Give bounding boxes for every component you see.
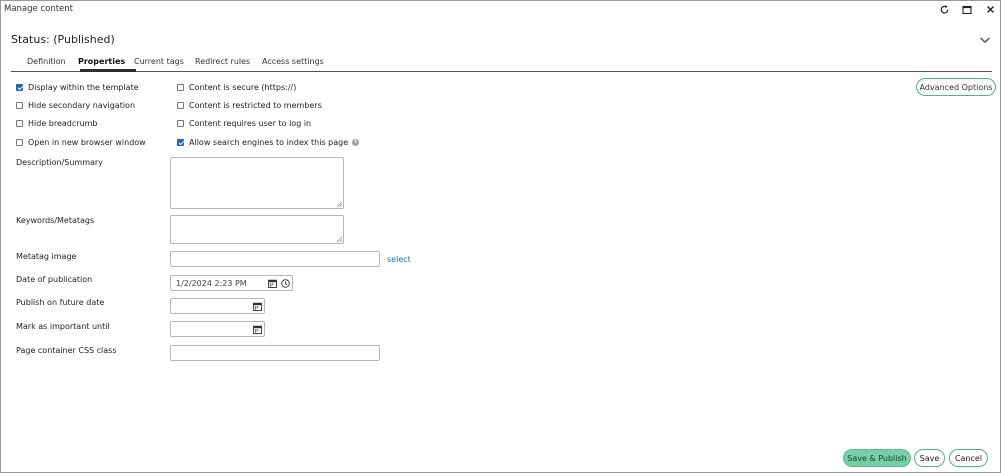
- close-icon[interactable]: [983, 3, 997, 16]
- option-open-new-window[interactable]: Open in new browser window: [16, 136, 146, 148]
- tab-access-settings[interactable]: Access settings: [262, 57, 324, 66]
- calendar-icon[interactable]: [251, 321, 264, 337]
- checkbox[interactable]: [16, 83, 23, 91]
- window-title: Manage content: [4, 4, 74, 14]
- option-label: Content requires user to log in: [189, 118, 312, 128]
- publish-future-date-label: Publish on future date: [16, 298, 105, 307]
- checkbox[interactable]: [16, 101, 23, 109]
- checkbox[interactable]: [177, 83, 184, 91]
- checkbox[interactable]: [177, 138, 184, 146]
- metatag-image-label: Metatag image: [16, 252, 77, 261]
- option-label: Open in new browser window: [28, 137, 146, 147]
- metatag-image-input[interactable]: [170, 251, 380, 267]
- checkbox[interactable]: [16, 138, 23, 146]
- keywords-label: Keywords/Metatags: [16, 216, 95, 225]
- calendar-icon[interactable]: [266, 275, 279, 291]
- css-class-label: Page container CSS class: [16, 346, 117, 355]
- resize-grip-icon[interactable]: [337, 202, 342, 207]
- option-restricted-members[interactable]: Content is restricted to members: [177, 99, 322, 111]
- manage-content-dialog: Manage content Status: (Published) Defin…: [0, 0, 1001, 473]
- option-hide-breadcrumb[interactable]: Hide breadcrumb: [16, 117, 98, 129]
- calendar-icon[interactable]: [251, 298, 264, 314]
- option-requires-login[interactable]: Content requires user to log in: [177, 117, 311, 129]
- description-textarea[interactable]: [170, 157, 344, 209]
- select-image-link[interactable]: select: [387, 255, 411, 264]
- keywords-textarea[interactable]: [170, 215, 344, 244]
- mark-important-label: Mark as important until: [16, 322, 110, 331]
- css-class-input[interactable]: [170, 345, 380, 361]
- option-label: Content is restricted to members: [189, 100, 322, 110]
- save-and-publish-button[interactable]: Save & Publish: [843, 449, 911, 467]
- checkbox[interactable]: [177, 101, 184, 109]
- chevron-down-icon[interactable]: [978, 34, 992, 46]
- tab-properties[interactable]: Properties: [78, 57, 125, 66]
- option-label: Hide secondary navigation: [28, 100, 136, 110]
- maximize-icon[interactable]: [960, 3, 974, 16]
- advanced-options-button[interactable]: Advanced Options: [916, 78, 996, 96]
- status-title: Status: (Published): [11, 33, 115, 46]
- option-display-within-template[interactable]: Display within the template: [16, 81, 139, 93]
- tab-definition[interactable]: Definition: [27, 57, 66, 66]
- date-of-publication-value: 1/2/2024 2:23 PM: [176, 278, 247, 288]
- option-hide-secondary-navigation[interactable]: Hide secondary navigation: [16, 99, 135, 111]
- info-icon[interactable]: i: [352, 138, 360, 146]
- active-tab-indicator: [80, 69, 136, 72]
- date-of-publication-label: Date of publication: [16, 275, 93, 284]
- save-button[interactable]: Save: [914, 449, 945, 467]
- option-label: Content is secure (https://): [189, 82, 297, 92]
- checkbox[interactable]: [16, 119, 23, 127]
- cancel-button[interactable]: Cancel: [949, 449, 988, 467]
- resize-grip-icon[interactable]: [337, 237, 342, 242]
- tab-current-tags[interactable]: Current tags: [134, 57, 184, 66]
- clock-icon[interactable]: [279, 275, 292, 291]
- tab-bar: Definition Properties Current tags Redir…: [11, 55, 992, 72]
- option-label: Display within the template: [28, 82, 139, 92]
- description-label: Description/Summary: [16, 158, 103, 167]
- option-content-secure[interactable]: Content is secure (https://): [177, 81, 296, 93]
- option-allow-search-index[interactable]: Allow search engines to index this page …: [177, 136, 360, 148]
- option-label: Hide breadcrumb: [28, 118, 98, 128]
- checkbox[interactable]: [177, 119, 184, 127]
- refresh-icon[interactable]: [937, 3, 951, 16]
- option-label: Allow search engines to index this page: [189, 137, 349, 147]
- tab-redirect-rules[interactable]: Redirect rules: [195, 57, 250, 66]
- title-bar: Manage content: [1, 1, 1000, 18]
